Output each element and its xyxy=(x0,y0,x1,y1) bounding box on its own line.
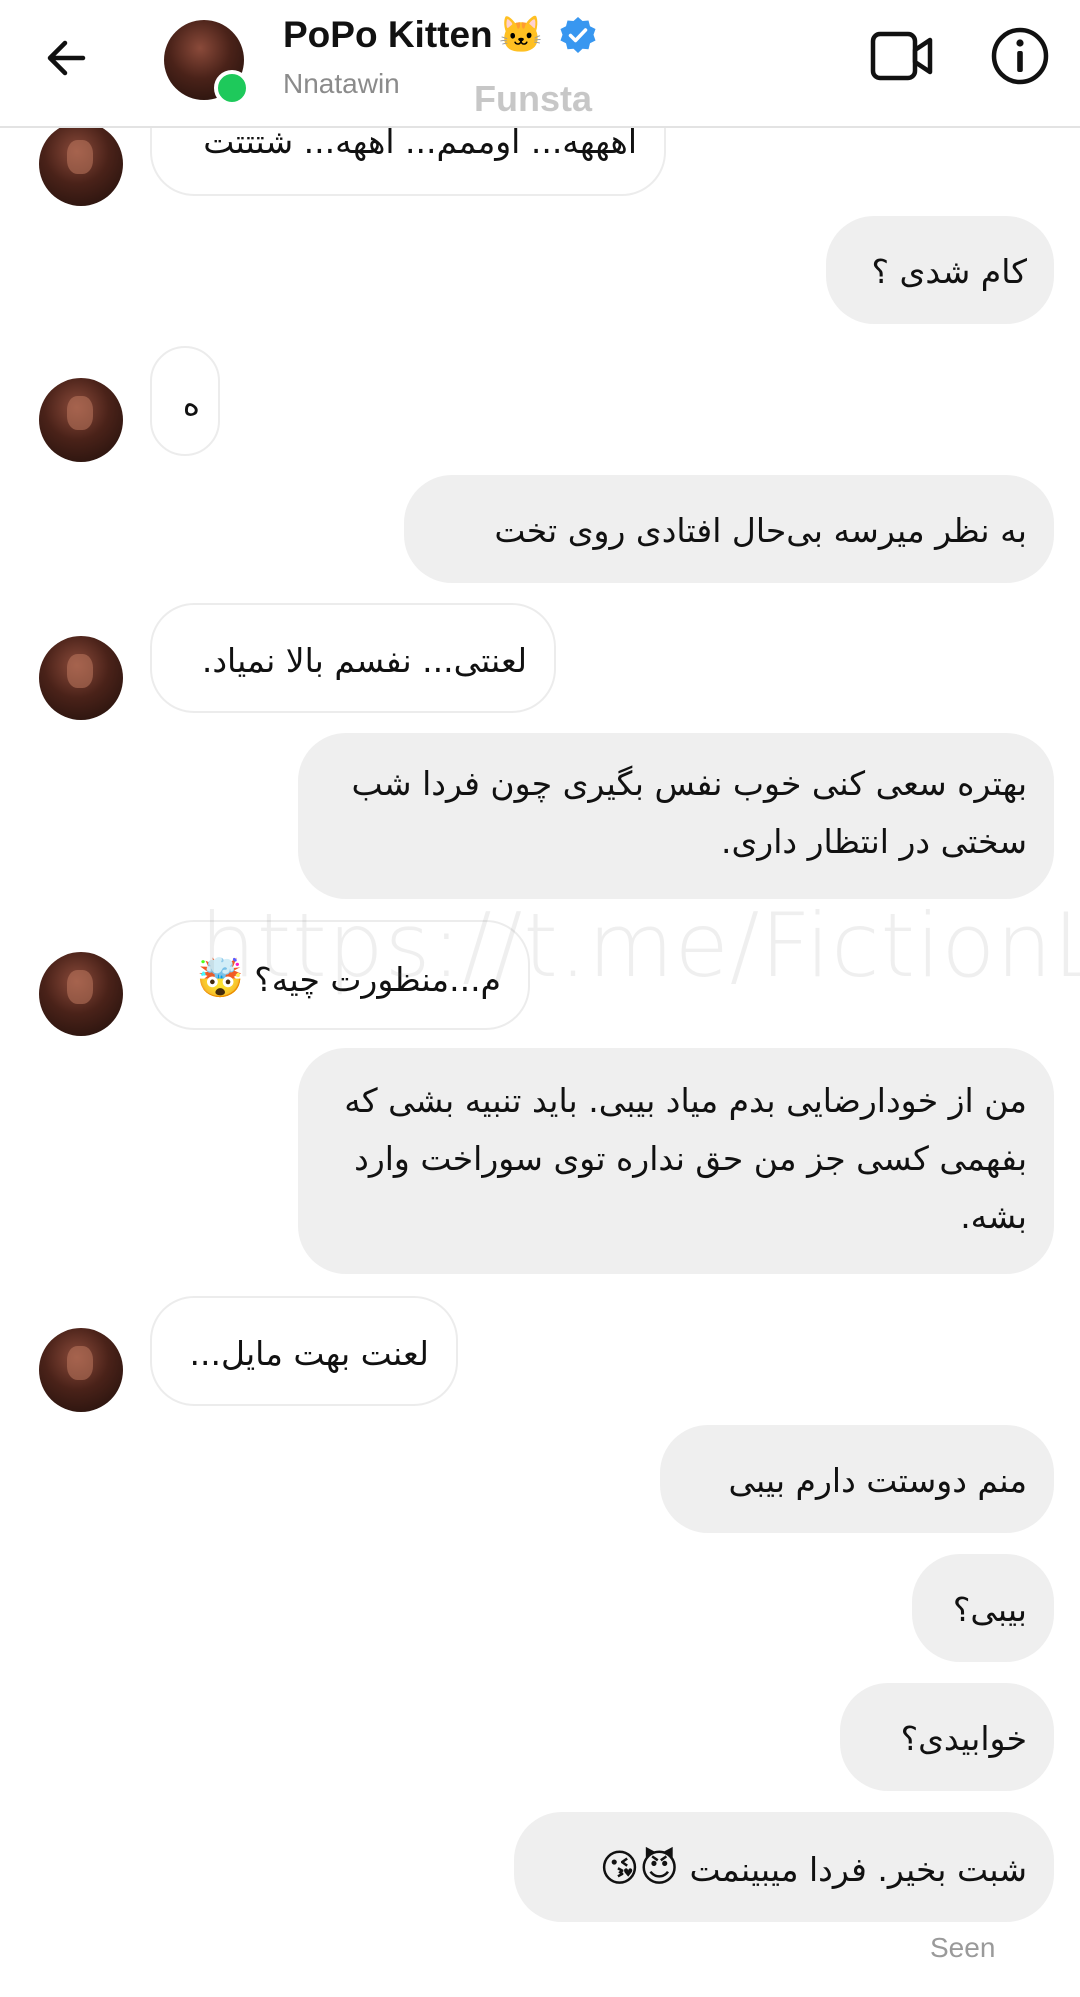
message-text: لعنتی... نفسم بالا نمیاد. xyxy=(201,641,527,680)
message-bubble-received[interactable]: م...منظورت چیه؟ 🤯 xyxy=(150,920,530,1030)
verified-badge-icon xyxy=(560,17,595,53)
exploding-head-emoji: 🤯 xyxy=(196,956,244,1000)
message-bubble-sent[interactable]: خوابیدی؟ xyxy=(840,1683,1054,1791)
sender-avatar[interactable] xyxy=(39,952,123,1036)
sender-avatar[interactable] xyxy=(39,1328,123,1412)
message-bubble-sent[interactable]: من از خودارضایی بدم میاد بیبی. باید تنبی… xyxy=(298,1048,1054,1274)
message-bubble-sent[interactable]: به نظر میرسه بی‌حال افتادی روی تخت xyxy=(404,475,1054,583)
contact-username: Nnatawin xyxy=(283,68,400,99)
chat-screen: PoPo Kitten 🐱 Nnatawin Funsta اهههه... ا… xyxy=(0,0,1080,1997)
message-text: کام شدی ؟ xyxy=(871,252,1028,291)
video-call-icon xyxy=(870,31,933,81)
message-text: منم دوستت دارم بیبی xyxy=(728,1461,1027,1500)
message-bubble-received[interactable]: لعنت بهت مایل... xyxy=(150,1296,458,1406)
chat-header: PoPo Kitten 🐱 Nnatawin Funsta xyxy=(0,0,1080,128)
message-text: لعنت بهت مایل... xyxy=(189,1334,430,1373)
message-text: ه xyxy=(182,384,200,423)
contact-name-text: PoPo Kitten xyxy=(283,14,493,55)
message-text: به نظر میرسه بی‌حال افتادی روی تخت xyxy=(494,511,1027,550)
seen-status: Seen xyxy=(930,1932,996,1963)
message-text: بهتره سعی کنی خوب نفس بگیری چون فردا شب … xyxy=(351,764,1027,861)
devil-and-kiss-emoji: 😈😘 xyxy=(599,1846,680,1890)
message-text: بیبی؟ xyxy=(952,1590,1027,1629)
message-text: خوابیدی؟ xyxy=(900,1719,1027,1758)
sender-avatar[interactable] xyxy=(39,122,123,206)
back-button[interactable] xyxy=(34,26,98,90)
message-bubble-received[interactable]: ه xyxy=(150,346,220,456)
message-text: من از خودارضایی بدم میاد بیبی. باید تنبی… xyxy=(344,1081,1027,1236)
online-status-indicator xyxy=(214,70,250,106)
message-bubble-sent[interactable]: منم دوستت دارم بیبی xyxy=(660,1425,1054,1533)
sender-avatar[interactable] xyxy=(39,636,123,720)
cat-face-emoji: 🐱 xyxy=(498,14,544,55)
message-bubble-sent[interactable]: کام شدی ؟ xyxy=(826,216,1054,324)
arrow-left-icon xyxy=(47,40,86,76)
message-bubble-sent[interactable]: بیبی؟ xyxy=(912,1554,1054,1662)
sender-avatar[interactable] xyxy=(39,378,123,462)
message-bubble-received[interactable]: لعنتی... نفسم بالا نمیاد. xyxy=(150,603,556,713)
account-tag-label: Funsta xyxy=(474,78,593,119)
message-bubble-sent[interactable]: شبت بخیر. فردا میبینمت 😈😘 xyxy=(514,1812,1054,1922)
video-call-button[interactable] xyxy=(870,28,934,84)
info-button[interactable] xyxy=(990,26,1050,86)
info-icon xyxy=(991,27,1049,85)
contact-name[interactable]: PoPo Kitten 🐱 xyxy=(283,14,598,56)
message-text: م...منظورت چیه؟ xyxy=(254,960,501,999)
message-text: شبت بخیر. فردا میبینمت xyxy=(689,1850,1027,1889)
message-bubble-sent[interactable]: بهتره سعی کنی خوب نفس بگیری چون فردا شب … xyxy=(298,733,1054,899)
